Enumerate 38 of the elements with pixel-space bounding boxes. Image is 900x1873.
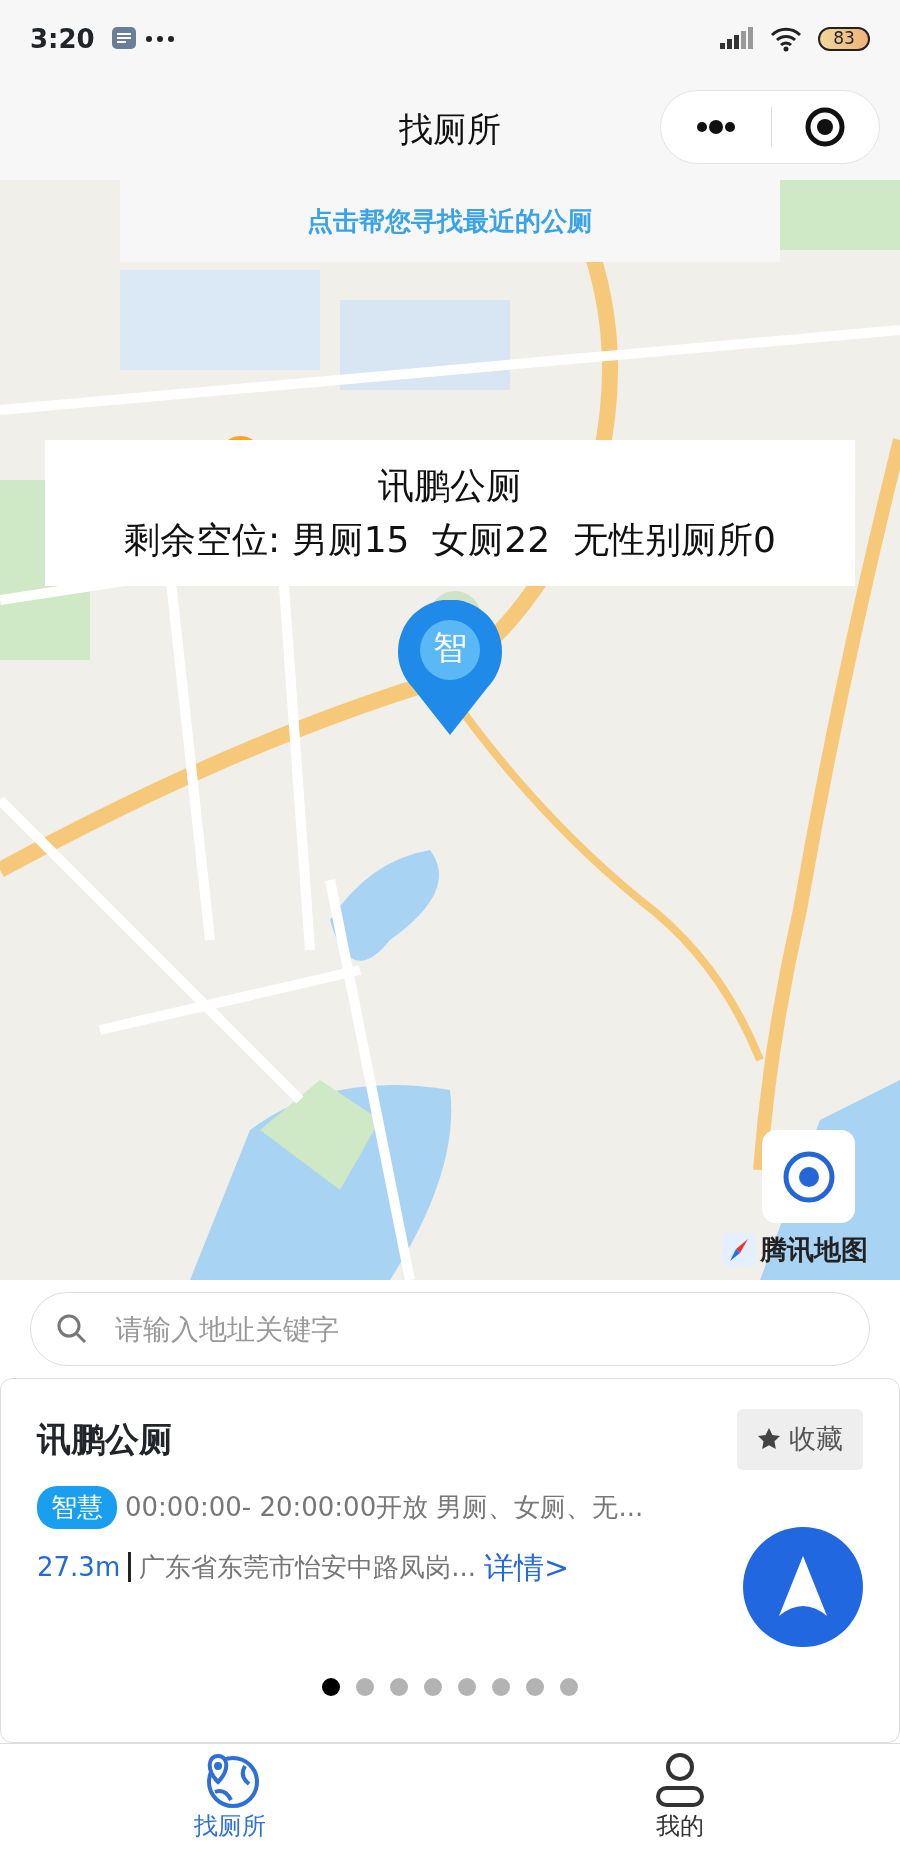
star-icon [757,1427,781,1452]
map-logo-text: 腾讯地图 [760,1233,868,1267]
close-icon [804,106,847,148]
details-link[interactable]: 详情> [484,1544,570,1590]
popup-title: 讯鹏公厕 [378,464,522,508]
distance-text: 27.3m [37,1550,121,1584]
page-dot[interactable] [356,1677,374,1696]
page-dot[interactable] [322,1677,340,1696]
page-dot[interactable] [526,1677,544,1696]
search-field[interactable]: 请输入地址关键字 [30,1292,870,1366]
page-dot[interactable] [492,1677,510,1696]
page-dot[interactable] [458,1677,476,1696]
wifi-icon [770,26,802,52]
pin-label: 智 [432,626,468,669]
battery-indicator: 83 [818,27,870,51]
user-icon [654,1751,706,1808]
page-dot[interactable] [424,1677,442,1696]
smart-tag: 智慧 [37,1485,117,1529]
tab-item[interactable]: 我的 [460,1744,900,1851]
availability-text: 剩余空位: 男厕15 女厕22 无性别厕所0 [124,518,776,562]
more-icon [144,35,175,43]
locate-icon [781,1149,836,1204]
favorite-button[interactable]: 收藏 [737,1409,863,1470]
message-icon [110,26,137,52]
page-dot[interactable] [560,1677,578,1696]
page-dot[interactable] [390,1677,408,1696]
locate-button[interactable] [762,1130,855,1223]
tab-item[interactable]: 找厕所 [0,1744,460,1851]
compass-icon [722,1233,756,1268]
toilet-name: 讯鹏公厕 [37,1417,173,1461]
page-title: 找厕所 [399,107,501,151]
search-icon [56,1313,88,1345]
status-time: 3:20 [30,22,95,56]
more-icon [695,120,736,134]
signal-icon [720,27,754,51]
opening-hours: 00:00:00- 20:00:00开放 男厕、女厕、无... [125,1490,644,1524]
location-banner[interactable]: 点击帮您寻找最近的公厕 [120,180,780,262]
address-text: 广东省东莞市怡安中路凤岗... [139,1550,476,1584]
